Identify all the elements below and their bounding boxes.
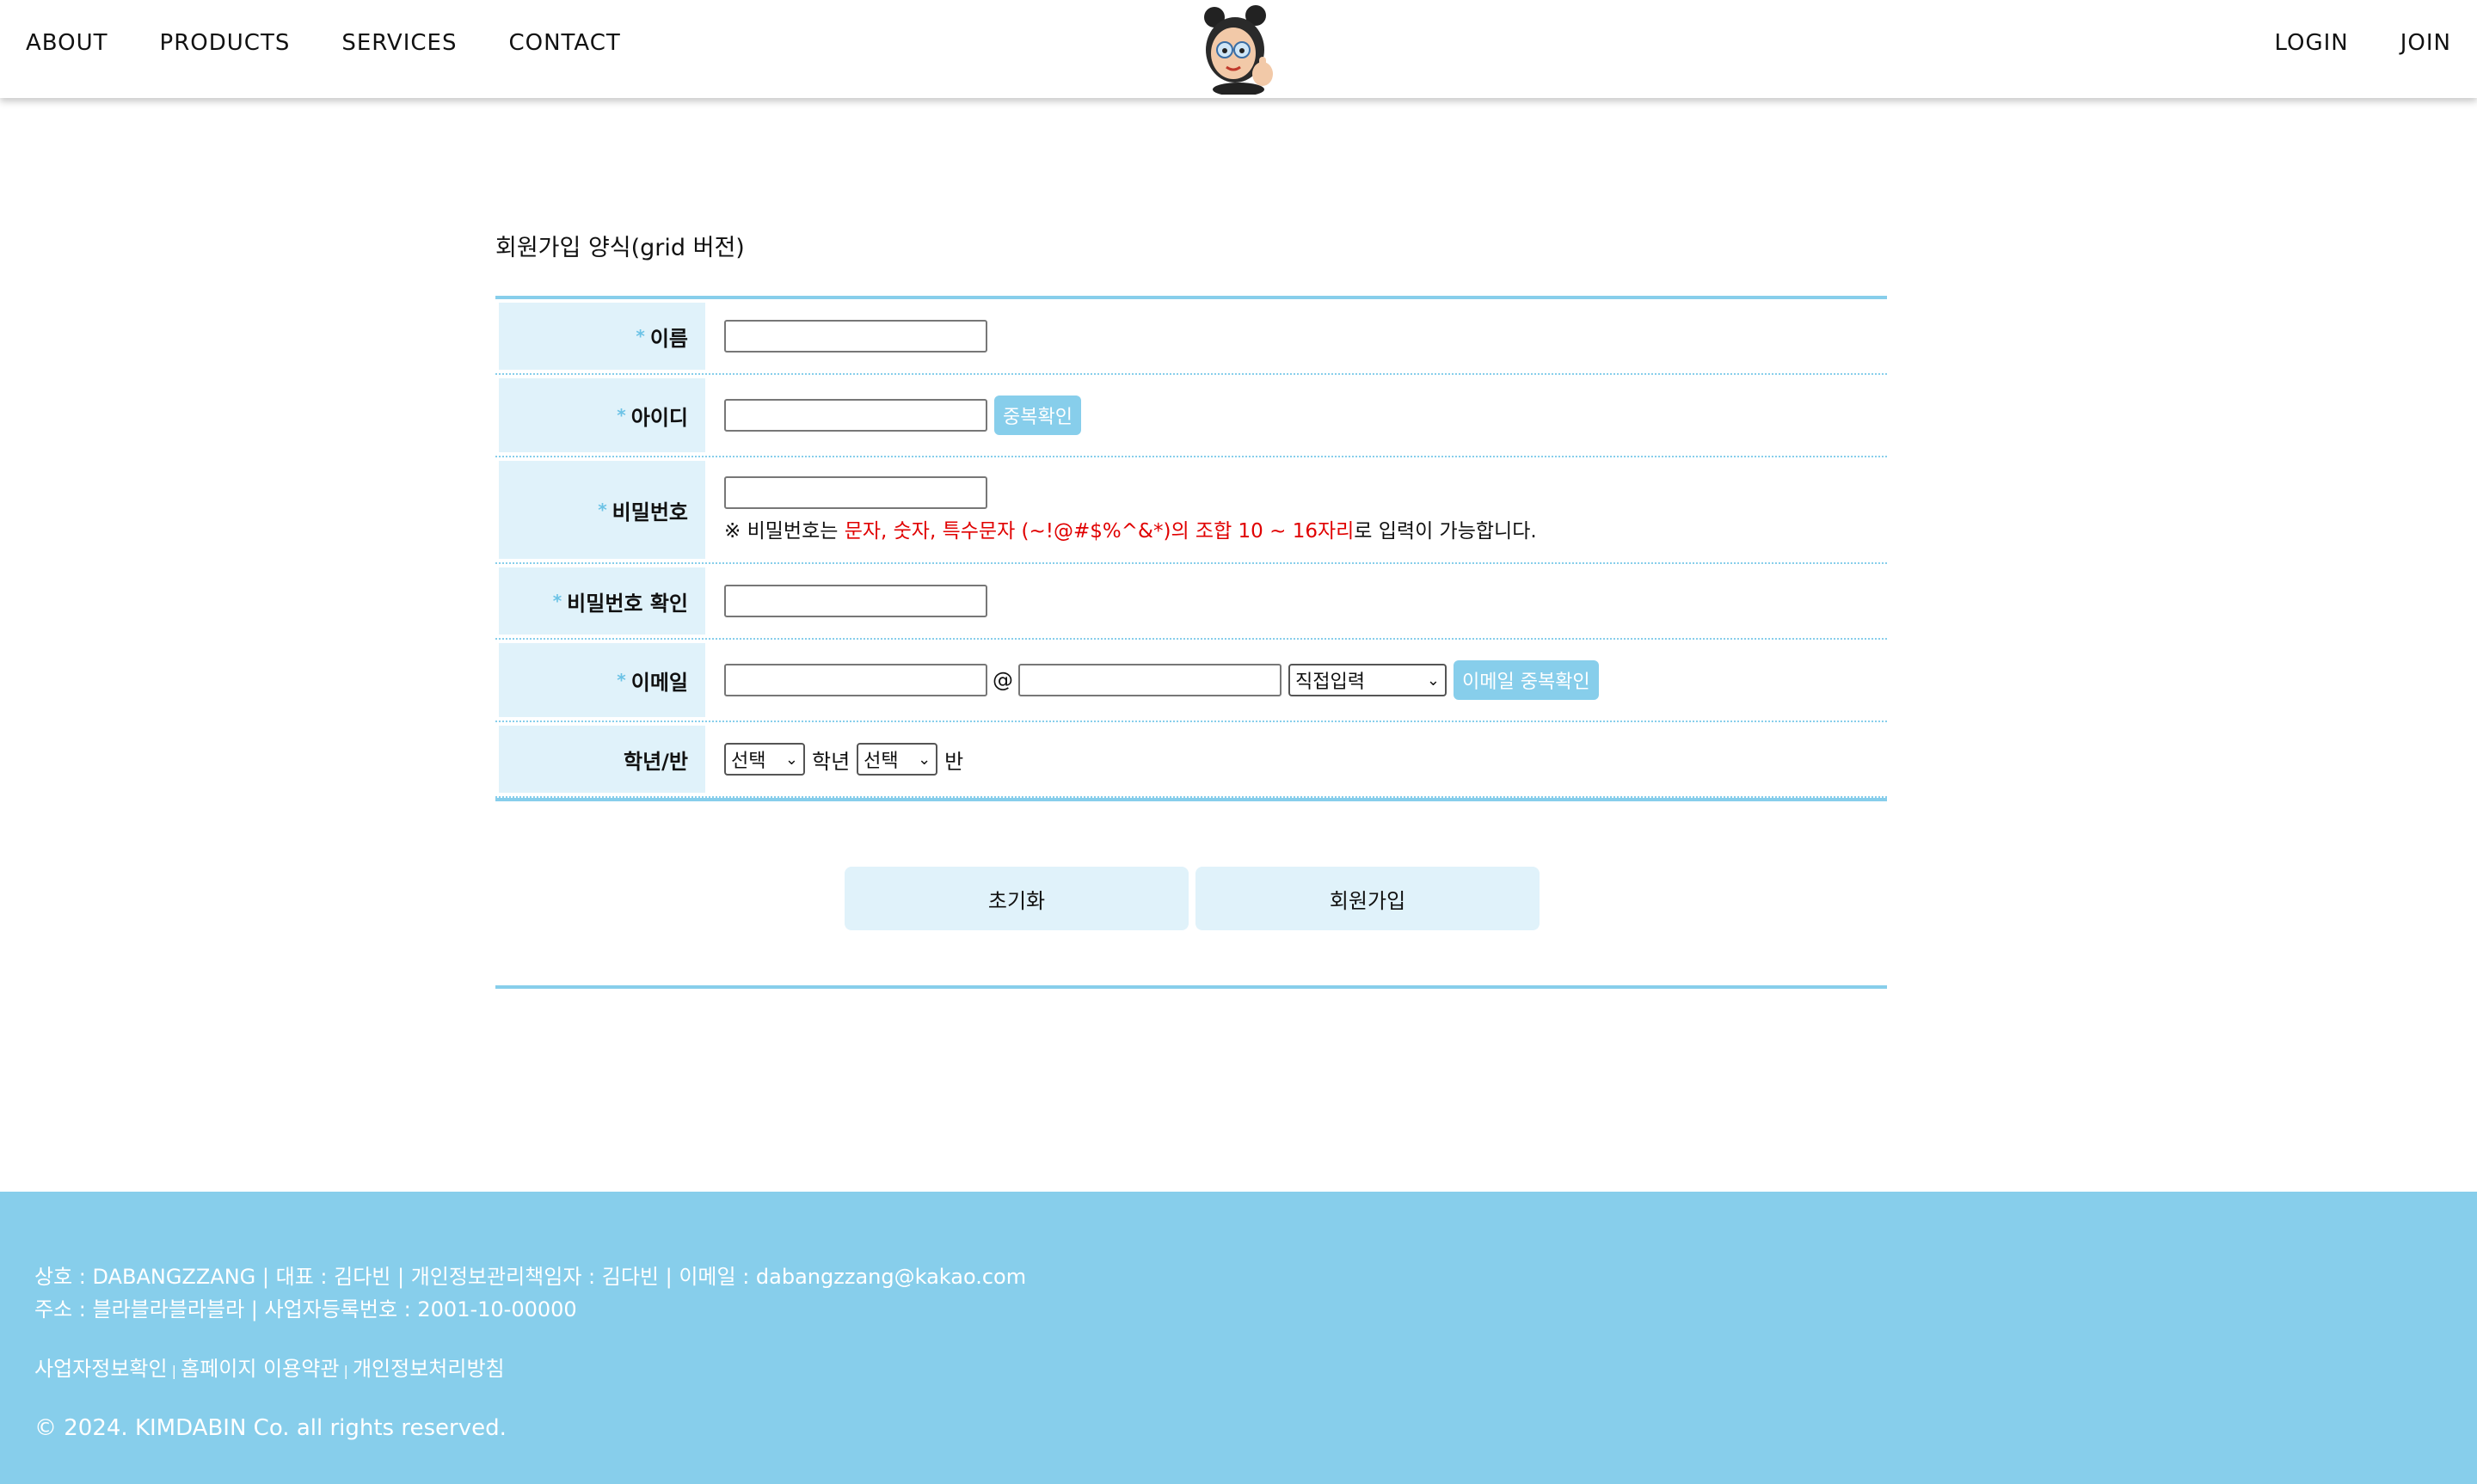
email-local-input[interactable]: [724, 664, 987, 696]
password-field-cell: ※ 비밀번호는 문자, 숫자, 특수문자 (~!@#$%^&*)의 조합 10 …: [705, 457, 1887, 562]
required-star-icon: *: [617, 670, 626, 690]
name-input[interactable]: [724, 320, 987, 353]
password-hint-suffix: 로 입력이 가능합니다.: [1354, 520, 1537, 543]
name-label: * 이름: [499, 303, 705, 370]
grade-class-field-cell: 선택 ⌄ 학년 선택 ⌄ 반: [705, 722, 1887, 796]
email-duplicate-check-button[interactable]: 이메일 중복확인: [1454, 660, 1599, 700]
nav-join-link[interactable]: JOIN: [2400, 30, 2451, 56]
footer-separator: |: [339, 1363, 353, 1379]
footer-link-business-info[interactable]: 사업자정보확인: [34, 1357, 168, 1381]
name-field-cell: [705, 299, 1887, 373]
chevron-down-icon: ⌄: [784, 750, 798, 769]
grade-class-label-text: 학년/반: [623, 749, 688, 774]
id-duplicate-check-button[interactable]: 중복확인: [994, 396, 1081, 435]
id-label-text: 아이디: [630, 405, 688, 430]
password-label-text: 비밀번호: [612, 500, 688, 524]
form-row-email: * 이메일 @ 직접입력 ⌄ 이메일 중복확인: [495, 640, 1887, 722]
id-label: * 아이디: [499, 378, 705, 452]
grade-select-value: 선택: [731, 751, 766, 772]
email-label-text: 이메일: [630, 670, 688, 695]
required-star-icon: *: [617, 405, 626, 426]
form-row-id: * 아이디 중복확인: [495, 375, 1887, 457]
grade-class-label: 학년/반: [499, 726, 705, 793]
page-title: 회원가입 양식(grid 버전): [495, 235, 745, 261]
chevron-down-icon: ⌄: [918, 750, 931, 769]
nav-contact-link[interactable]: CONTACT: [508, 30, 620, 56]
footer-line-2: 주소 : 블라블라블라블라 | 사업자등록번호 : 2001-10-00000: [34, 1297, 577, 1321]
submit-signup-button[interactable]: 회원가입: [1195, 867, 1540, 930]
nav-products-link[interactable]: PRODUCTS: [160, 30, 291, 56]
email-domain-input[interactable]: [1018, 664, 1282, 696]
nav-about-link[interactable]: ABOUT: [26, 30, 108, 56]
signup-section: 회원가입 양식(grid 버전) * 이름 * 아이디 중복확인 * 비밀번호 …: [495, 215, 1887, 989]
avatar-logo-icon[interactable]: [1195, 3, 1282, 96]
footer-links: 사업자정보확인 | 홈페이지 이용약관 | 개인정보처리방침: [34, 1352, 505, 1382]
footer-line-1: 상호 : DABANGZZANG | 대표 : 김다빈 | 개인정보관리책임자 …: [34, 1265, 1027, 1289]
email-field-cell: @ 직접입력 ⌄ 이메일 중복확인: [705, 640, 1887, 721]
password-confirm-field-cell: [705, 564, 1887, 638]
required-star-icon: *: [552, 591, 562, 611]
form-row-name: * 이름: [495, 299, 1887, 375]
reset-button[interactable]: 초기화: [845, 867, 1189, 930]
email-at-sign: @: [993, 668, 1013, 692]
footer-link-terms[interactable]: 홈페이지 이용약관: [181, 1357, 339, 1381]
id-field-cell: 중복확인: [705, 375, 1887, 456]
email-label: * 이메일: [499, 643, 705, 717]
top-navbar: ABOUT PRODUCTS SERVICES CONTACT LOGIN JO…: [0, 0, 2477, 98]
nav-left: ABOUT PRODUCTS SERVICES CONTACT: [26, 0, 673, 86]
form-actions: 초기화 회원가입: [845, 867, 1546, 930]
required-star-icon: *: [636, 326, 645, 346]
password-confirm-label-text: 비밀번호 확인: [567, 591, 688, 616]
footer-separator: |: [167, 1363, 181, 1379]
footer-link-privacy[interactable]: 개인정보처리방침: [353, 1357, 505, 1381]
email-domain-select-value: 직접입력: [1295, 671, 1365, 693]
form-row-password-confirm: * 비밀번호 확인: [495, 564, 1887, 640]
name-label-text: 이름: [649, 326, 688, 351]
form-row-grade-class: 학년/반 선택 ⌄ 학년 선택 ⌄ 반: [495, 722, 1887, 798]
section-divider: [495, 985, 1887, 989]
email-domain-select[interactable]: 직접입력 ⌄: [1288, 664, 1447, 696]
grade-unit: 학년: [812, 749, 851, 774]
class-select[interactable]: 선택 ⌄: [857, 743, 938, 776]
grade-select[interactable]: 선택 ⌄: [724, 743, 805, 776]
form-row-password: * 비밀번호 ※ 비밀번호는 문자, 숫자, 특수문자 (~!@#$%^&*)의…: [495, 457, 1887, 564]
class-select-value: 선택: [864, 751, 899, 772]
id-input[interactable]: [724, 399, 987, 432]
password-confirm-label: * 비밀번호 확인: [499, 567, 705, 635]
password-hint: ※ 비밀번호는 문자, 숫자, 특수문자 (~!@#$%^&*)의 조합 10 …: [724, 514, 1537, 543]
chevron-down-icon: ⌄: [1426, 671, 1440, 690]
nav-right: LOGIN JOIN: [2222, 0, 2451, 86]
footer-company-info: 상호 : DABANGZZANG | 대표 : 김다빈 | 개인정보관리책임자 …: [34, 1260, 1026, 1326]
footer-copyright: © 2024. KIMDABIN Co. all rights reserved…: [34, 1415, 507, 1441]
password-hint-prefix: ※ 비밀번호는: [724, 520, 845, 543]
signup-form-grid: * 이름 * 아이디 중복확인 * 비밀번호 ※ 비밀번호는 문자, 숫자, 특…: [495, 296, 1887, 801]
password-hint-rule: 문자, 숫자, 특수문자 (~!@#$%^&*)의 조합 10 ~ 16자리: [844, 520, 1355, 543]
class-unit: 반: [944, 749, 964, 774]
password-confirm-input[interactable]: [724, 585, 987, 617]
required-star-icon: *: [598, 500, 607, 520]
site-footer: 상호 : DABANGZZANG | 대표 : 김다빈 | 개인정보관리책임자 …: [0, 1192, 2477, 1484]
nav-services-link[interactable]: SERVICES: [341, 30, 457, 56]
password-input[interactable]: [724, 476, 987, 509]
password-label: * 비밀번호: [499, 461, 705, 559]
nav-login-link[interactable]: LOGIN: [2274, 30, 2348, 56]
